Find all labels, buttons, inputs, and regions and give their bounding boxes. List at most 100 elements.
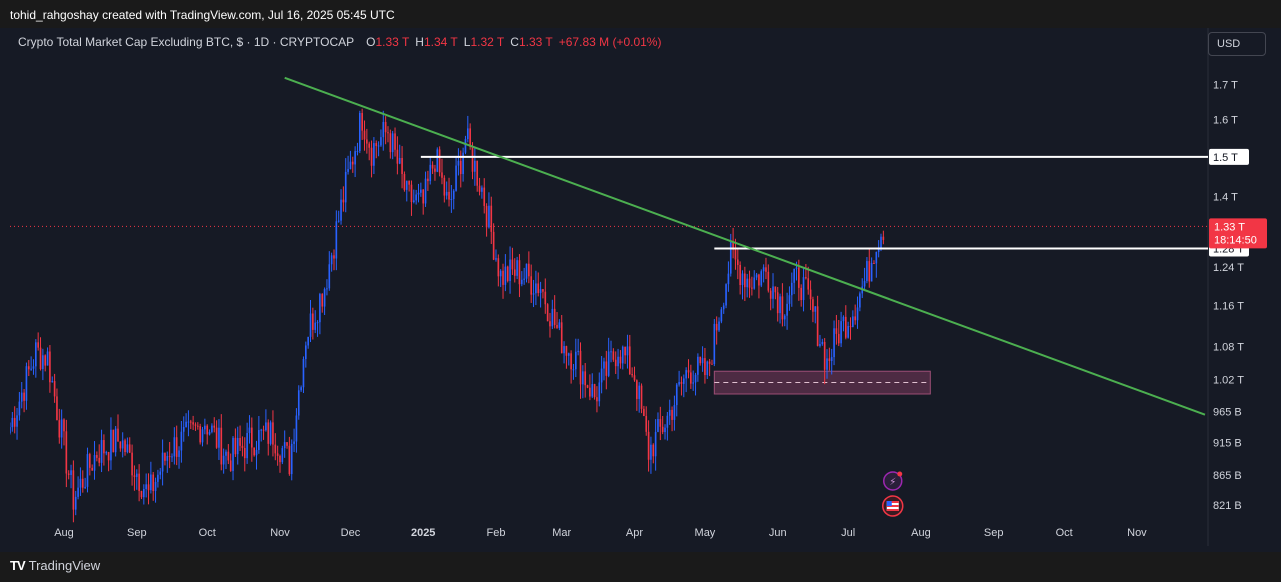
candle-body [159, 471, 162, 475]
candle-body [84, 486, 86, 488]
x-tick-label: Dec [341, 527, 361, 539]
candle-body [830, 357, 833, 361]
candle-body [612, 351, 615, 360]
candle-body [394, 133, 396, 150]
descending-trendline[interactable] [284, 76, 1206, 416]
candle-body [164, 452, 166, 461]
y-tick-label: 1.24 T [1213, 262, 1244, 274]
legend-open-value: 1.33 T [375, 35, 410, 49]
y-tick-label: 965 B [1213, 407, 1242, 419]
candle-body [666, 415, 669, 428]
candle-body [375, 143, 378, 146]
candle-body [847, 326, 849, 338]
candle-body [842, 316, 845, 322]
candle-body [793, 268, 795, 283]
candle-body [173, 437, 176, 457]
candle-body [790, 282, 793, 296]
candle-body [516, 260, 518, 276]
candle-body [154, 481, 157, 492]
candle-body [89, 454, 91, 468]
current-price-label: 1.33 T [1214, 221, 1245, 233]
candle-body [657, 419, 659, 432]
candle-body [150, 474, 152, 491]
tradingview-brand[interactable]: TV TradingView [10, 558, 100, 573]
candle-body [213, 425, 216, 428]
candle-body [783, 315, 786, 320]
candle-body [520, 279, 523, 285]
candle-body [661, 426, 664, 433]
candle-body [833, 328, 835, 358]
x-tick-label: Aug [54, 527, 74, 539]
candle-body [377, 145, 380, 147]
candle-body [636, 380, 638, 399]
candle-body [297, 390, 300, 416]
candle-body [607, 351, 610, 376]
candle-body [302, 359, 305, 388]
candle-body [42, 355, 44, 370]
candle-body [319, 294, 321, 323]
chart-frame[interactable]: 1.7 T 1.6 T 1.5 T 1.4 T 1.24 T 1.16 T 1.08 T 1.… [10, 28, 1271, 546]
candle-body [816, 306, 819, 346]
candle-body [126, 444, 129, 453]
candle-body [389, 133, 392, 153]
candle-body [142, 488, 145, 498]
candle-body [110, 429, 112, 461]
candle-body [523, 278, 525, 280]
candle-body [481, 187, 483, 192]
candle-body [347, 169, 349, 172]
candle-body [509, 259, 511, 281]
candle-body [53, 381, 56, 397]
candle-body [445, 191, 448, 196]
candle-body [232, 437, 234, 471]
candle-body [725, 284, 727, 306]
candle-body [542, 289, 544, 292]
candle-body [112, 429, 115, 453]
candle-body [856, 307, 859, 321]
candle-body [525, 263, 528, 279]
candle-body [387, 132, 389, 134]
candle-body [736, 259, 739, 265]
candle-body [243, 447, 246, 459]
candle-body [687, 370, 690, 373]
price-chart[interactable]: 1.7 T 1.6 T 1.5 T 1.4 T 1.24 T 1.16 T 1.08 T 1.… [10, 28, 1271, 546]
candle-body [396, 149, 399, 164]
candle-body [680, 381, 683, 384]
candle-body [30, 368, 32, 370]
candle-body [769, 290, 772, 299]
candle-body [751, 287, 753, 289]
candle-body [819, 344, 821, 346]
candle-body [786, 303, 788, 316]
candle-body [65, 431, 68, 474]
candle-body [537, 283, 540, 294]
candle-body [779, 296, 781, 314]
candle-body [690, 372, 692, 384]
candle-body [269, 422, 272, 444]
candle-body [814, 306, 817, 312]
candle-body [366, 139, 368, 144]
candle-body [621, 346, 624, 364]
candle-body [250, 427, 253, 448]
candle-body [222, 455, 225, 465]
candle-body [807, 278, 810, 290]
candle-body [560, 322, 563, 354]
candle-body [753, 277, 756, 289]
candle-body [103, 440, 105, 454]
candle-body [720, 309, 723, 322]
candle-body [218, 427, 220, 448]
candle-body [358, 113, 361, 152]
candle-body [584, 371, 587, 386]
currency-button[interactable]: USD [1208, 32, 1266, 56]
candle-body [866, 261, 868, 281]
candle-body [631, 374, 633, 376]
candle-body [196, 425, 199, 427]
candle-body [565, 346, 568, 356]
chart-legend: Crypto Total Market Cap Excluding BTC, $… [18, 35, 661, 49]
candle-body [762, 267, 765, 272]
x-tick-label: Jul [841, 527, 855, 539]
candle-body [180, 431, 183, 451]
candle-body [715, 323, 718, 331]
y-tick-label: 821 B [1213, 500, 1242, 512]
candle-body [664, 427, 666, 433]
candle-body [844, 316, 847, 338]
tradingview-logo-icon: TV [10, 558, 26, 573]
